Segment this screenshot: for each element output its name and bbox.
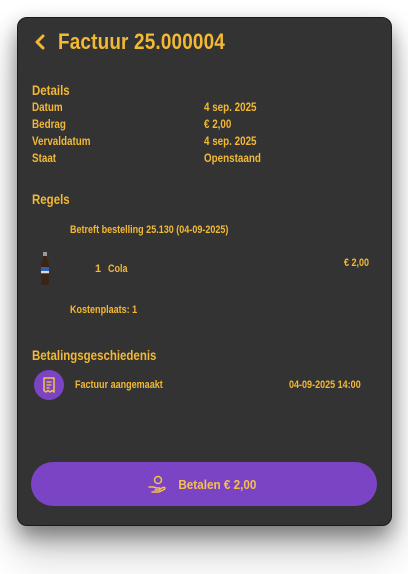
history-entry-text: Factuur aangemaakt (75, 379, 163, 391)
detail-label-bedrag: Bedrag (32, 117, 66, 131)
item-name: Cola (108, 263, 128, 275)
cost-center: Kostenplaats: 1 (70, 304, 138, 316)
detail-label-staat: Staat (32, 151, 57, 165)
history-entry-datetime: 04-09-2025 14:00 (289, 379, 361, 391)
history-entry-icon (34, 370, 64, 400)
pay-button-label: Betalen € 2,00 (177, 476, 257, 492)
invoice-card: Factuur 25.000004 Details Datum 4 sep. 2… (17, 17, 392, 526)
item-price: € 2,00 (344, 257, 370, 269)
chevron-left-icon (35, 34, 45, 50)
detail-label-vervaldatum: Vervaldatum (32, 134, 91, 148)
item-quantity: 1 (95, 263, 102, 275)
page-title: Factuur 25.000004 (58, 29, 226, 54)
detail-value-staat: Openstaand (204, 151, 261, 165)
back-button[interactable] (30, 30, 50, 54)
header: Factuur 25.000004 (30, 28, 252, 56)
cola-bottle-icon (39, 252, 51, 286)
receipt-icon (43, 377, 55, 393)
detail-value-datum: 4 sep. 2025 (204, 100, 257, 114)
detail-value-bedrag: € 2,00 (204, 117, 232, 131)
regels-title: Regels (32, 191, 70, 207)
history-title: Betalingsgeschiedenis (32, 347, 157, 363)
details-title: Details (32, 82, 70, 98)
pay-button[interactable]: Betalen € 2,00 (31, 462, 377, 506)
detail-label-datum: Datum (32, 100, 63, 114)
hand-coin-icon (147, 475, 166, 493)
detail-value-vervaldatum: 4 sep. 2025 (204, 134, 257, 148)
order-reference: Betreft bestelling 25.130 (04-09-2025) (70, 224, 229, 236)
